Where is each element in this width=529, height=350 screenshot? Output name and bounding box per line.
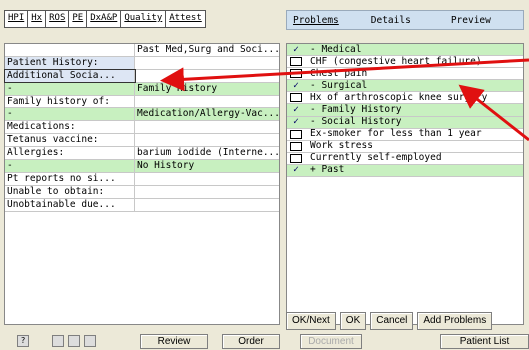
history-row[interactable]: Unable to obtain: [5,185,279,199]
patient-list-button[interactable]: Patient List [440,334,529,349]
problem-group-row[interactable]: ✓ - Medical [287,43,523,57]
history-row-value[interactable] [135,134,279,146]
checkmark-icon[interactable]: ✓ [290,164,302,176]
problem-row[interactable]: CHF (congestive heart failure) [287,55,523,69]
ok-button[interactable]: OK [339,312,367,330]
problem-text: Currently self-employed [310,152,442,164]
history-row-label: Unobtainable due... [5,198,135,211]
checkmark-icon[interactable]: ✓ [290,80,302,92]
problem-text: + Past [310,164,345,176]
history-row-value[interactable] [135,173,279,185]
problem-checkbox[interactable] [290,69,302,79]
review-button[interactable]: Review [140,334,208,349]
history-row-label: - [5,160,135,172]
left-tab-5[interactable]: Quality [121,11,167,27]
problem-checkbox[interactable] [290,57,302,67]
left-tab-4[interactable]: DxA&P [87,11,122,27]
problem-row[interactable]: Hx of arthroscopic knee surgery [287,91,523,105]
right-tab-bar: Problems Details Preview [286,10,524,30]
cancel-button[interactable]: Cancel [370,312,414,330]
history-row-label: Allergies: [5,147,135,160]
problem-text: Hx of arthroscopic knee surgery [310,91,488,103]
problem-checkbox[interactable] [290,141,302,151]
add-problems-button[interactable]: Add Problems [417,312,493,330]
problem-text: - Family History [310,104,402,116]
history-row-value[interactable] [135,70,279,82]
left-tab-bar: HPI Hx ROS PE DxA&P Quality Attest [4,10,206,28]
history-row-value[interactable]: Medication/Allergy-Vac... [135,108,279,120]
problem-group-row[interactable]: ✓ + Past [287,164,523,178]
left-tab-3[interactable]: PE [69,11,88,27]
problem-checkbox[interactable] [290,93,302,103]
history-row-label: - [5,108,135,121]
problem-row[interactable]: Ex-smoker for less than 1 year [287,128,523,141]
history-row[interactable]: - Medication/Allergy-Vac... [5,108,279,122]
history-row-label: Pt reports no si... [5,172,135,185]
problem-row[interactable]: Chest pain [287,67,523,81]
history-row-value[interactable] [135,57,279,69]
history-row[interactable]: Past Med,Surg and Soci... [5,44,279,57]
history-row[interactable]: Tetanus vaccine: [5,134,279,148]
problem-row[interactable]: Work stress [287,140,523,153]
history-row[interactable]: Medications: [5,121,279,135]
left-tab-1[interactable]: Hx [28,11,47,27]
history-row-value[interactable] [135,186,279,198]
help-icon[interactable]: ? [17,335,29,347]
document-button: Document [300,334,362,349]
right-tab-problems[interactable]: Problems [287,15,345,26]
history-row[interactable]: Pt reports no si... [5,172,279,186]
history-row[interactable]: - Family History [5,82,279,96]
left-tab-2[interactable]: ROS [46,11,70,27]
right-tab-details[interactable]: Details [365,15,417,26]
problem-group-row[interactable]: ✓ - Social History [287,116,523,129]
clock-icon[interactable] [84,335,96,347]
ok-next-button[interactable]: OK/Next [286,312,336,330]
left-tab-6[interactable]: Attest [166,11,205,27]
left-tab-0[interactable]: HPI [5,11,29,27]
print-icon[interactable] [68,335,80,347]
history-row-value[interactable] [135,96,279,108]
checkmark-icon[interactable]: ✓ [290,116,302,128]
history-row-label: Medications: [5,121,135,134]
problem-checkbox[interactable] [290,129,302,139]
problems-list: ✓ - Medical CHF (congestive heart failure)… [286,43,524,325]
history-row-label: Unable to obtain: [5,185,135,198]
history-row[interactable]: Additional Socia... [4,68,279,83]
history-row[interactable]: Patient History: [5,56,279,70]
problem-text: Chest pain [310,67,368,79]
problem-text: - Surgical [310,79,368,91]
checkmark-icon[interactable]: ✓ [290,104,302,116]
problem-text: - Social History [310,116,402,128]
history-row-label: Patient History: [5,56,135,69]
problem-text: Work stress [310,140,373,152]
history-row-label: Tetanus vaccine: [5,134,135,147]
history-row-label [5,44,135,56]
history-row-value[interactable] [135,199,279,211]
history-row[interactable]: - No History [5,160,279,173]
order-button[interactable]: Order [222,334,280,349]
checkmark-icon[interactable]: ✓ [290,44,302,56]
problem-text: CHF (congestive heart failure) [310,55,482,67]
problem-group-row[interactable]: ✓ - Surgical [287,79,523,93]
history-row[interactable]: Allergies: barium iodide (Interne... [5,147,279,161]
right-tab-preview[interactable]: Preview [445,15,497,26]
history-row-value[interactable] [135,121,279,133]
history-row-value[interactable]: Family History [135,83,279,95]
problem-checkbox[interactable] [290,153,302,163]
window-icon[interactable] [52,335,64,347]
history-row-value[interactable]: barium iodide (Interne... [135,147,279,159]
problem-row[interactable]: Currently self-employed [287,152,523,165]
problem-text: - Medical [310,43,362,55]
history-row-value[interactable]: No History [135,160,279,172]
history-row[interactable]: Family history of: [5,95,279,109]
history-row[interactable]: Unobtainable due... [5,198,279,212]
problem-group-row[interactable]: ✓ - Family History [287,104,523,117]
history-row-value[interactable]: Past Med,Surg and Soci... [135,44,279,56]
history-row-label: Family history of: [5,95,135,108]
history-row-label: Additional Socia... [4,68,136,83]
problem-text: Ex-smoker for less than 1 year [310,128,482,140]
history-row-label: - [5,82,135,95]
history-grid: Past Med,Surg and Soci... Patient History… [4,43,280,325]
right-action-buttons: OK/Next OK Cancel Add Problems [286,312,493,330]
